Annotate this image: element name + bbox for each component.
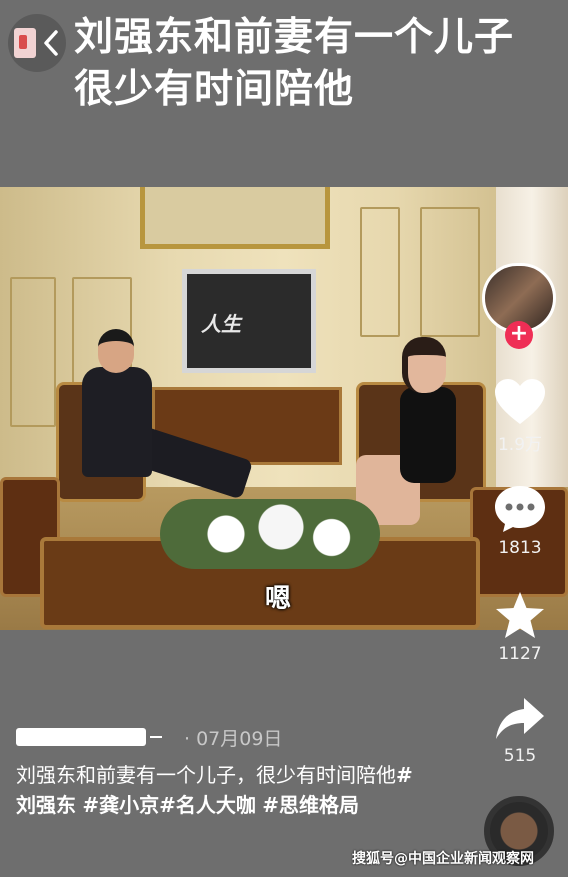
watermark: 搜狐号@中国企业新闻观察网 (352, 851, 534, 867)
favorite-count: 1127 (498, 644, 542, 664)
star-icon (496, 592, 544, 638)
video-subtitle: 嗯 (265, 584, 292, 614)
hashtag-link[interactable]: #龚小京 (82, 793, 159, 817)
author-name-redacted[interactable] (16, 728, 146, 746)
share-button[interactable]: 515 (480, 696, 560, 766)
hashtag-link[interactable]: #名人大咖 (159, 793, 256, 817)
back-button[interactable] (8, 14, 66, 72)
author-thumbnail (14, 28, 36, 58)
man-figure (82, 367, 152, 477)
heart-icon (495, 379, 545, 424)
flower-arrangement (160, 499, 380, 569)
woman-figure (400, 387, 456, 483)
like-button[interactable]: 1.9万 (480, 378, 560, 455)
tv-screen-text: 人生 (201, 312, 241, 336)
favorite-button[interactable]: 1127 (480, 590, 560, 664)
post-caption: 刘强东和前妻有一个儿子，很少有时间陪他#刘强东 #龚小京#名人大咖 #思维格局 (16, 760, 416, 820)
post-date: · 07月09日 (184, 727, 283, 750)
author-name-dash (150, 736, 162, 738)
chevron-left-icon (44, 30, 58, 56)
follow-button[interactable]: + (505, 321, 533, 349)
comment-button[interactable]: 1813 (480, 484, 560, 558)
like-count: 1.9万 (497, 435, 543, 455)
author-row: · 07月09日 (16, 724, 282, 750)
share-count: 515 (503, 746, 537, 766)
page-title: 刘强东和前妻有一个儿子 很少有时间陪他 (74, 15, 515, 112)
caption-text: 刘强东和前妻有一个儿子，很少有时间陪他 (16, 763, 396, 787)
comment-count: 1813 (498, 538, 542, 558)
share-arrow-icon (496, 698, 544, 739)
hashtag-link[interactable]: #思维格局 (262, 793, 359, 817)
tv-set: 人生 (182, 269, 316, 373)
comment-icon (495, 486, 545, 532)
man-figure-head (98, 329, 134, 373)
woman-figure-head (402, 337, 446, 393)
